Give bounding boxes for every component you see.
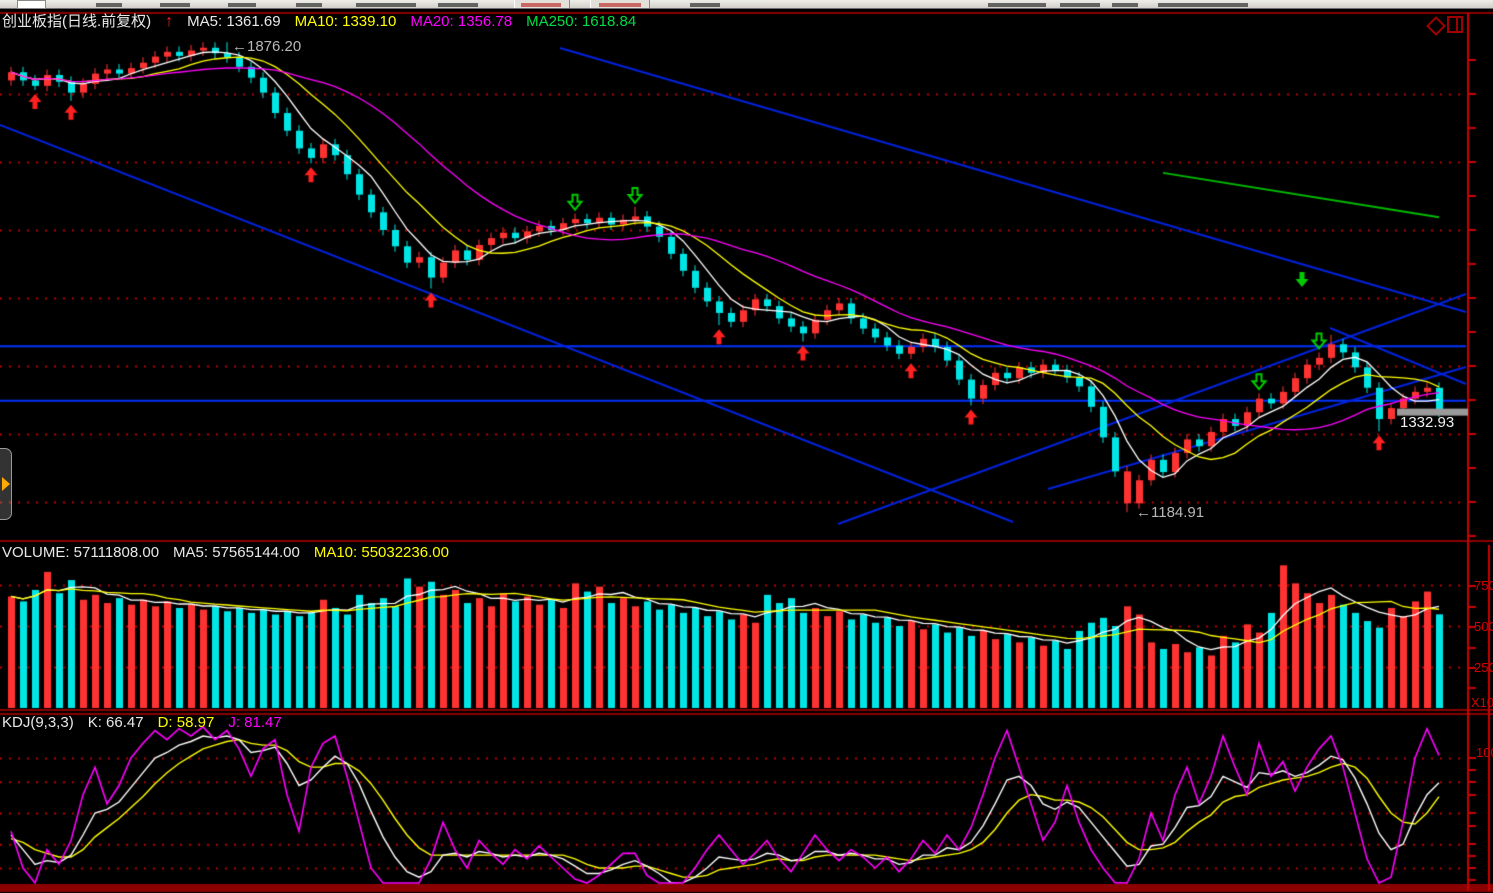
menu-input-fragment[interactable] [17, 0, 46, 9]
menu-text-fragment [1158, 3, 1248, 7]
expand-arrow-icon [2, 477, 10, 491]
volume-axis-label: 7500 [1474, 579, 1493, 592]
buy-signal-icon: ↑ [165, 13, 173, 30]
menu-text-fragment [356, 3, 416, 7]
ma250-legend: MA250: 1618.84 [526, 13, 636, 30]
menu-text-fragment [438, 3, 478, 7]
kdj-j-value: J: 81.47 [228, 714, 281, 731]
kdj-d-value: D: 58.97 [158, 714, 215, 731]
volume-axis-label: 5000 [1474, 620, 1493, 633]
kdj-k-value: K: 66.47 [88, 714, 144, 731]
ma20-legend: MA20: 1356.78 [410, 13, 512, 30]
menu-text-fragment [988, 3, 1046, 7]
volume-pane-header: VOLUME: 57111808.00 MA5: 57565144.00 MA1… [2, 544, 449, 561]
menu-text-fragment [1060, 3, 1100, 7]
sidebar-flyout-handle[interactable] [0, 448, 12, 520]
low-price-label: ←1184.91 [1136, 504, 1204, 521]
menu-text-fragment [296, 3, 322, 7]
menu-button[interactable] [590, 0, 650, 8]
high-price-label: ←1876.20 [232, 38, 301, 55]
ma5-legend: MA5: 1361.69 [187, 13, 280, 30]
kdj-title: KDJ(9,3,3) [2, 714, 74, 731]
menu-text-fragment [690, 3, 720, 7]
menu-text-fragment [1112, 3, 1138, 7]
main-pane-header: 创业板指(日线.前复权) ↑ MA5: 1361.69 MA10: 1339.1… [2, 13, 636, 30]
chart-canvas[interactable] [0, 0, 1493, 893]
volume-ma5: MA5: 57565144.00 [173, 544, 300, 561]
volume-multiplier-label: X10000 [1471, 696, 1493, 709]
menu-text-fragment [228, 3, 256, 7]
menu-text-fragment [96, 3, 122, 7]
volume-ma10: MA10: 55032236.00 [314, 544, 449, 561]
kdj-axis-label: 100 [1476, 746, 1493, 759]
menu-button[interactable] [514, 0, 570, 8]
kdj-pane-header: KDJ(9,3,3) K: 66.47 D: 58.97 J: 81.47 [2, 714, 282, 731]
volume-axis-label: 2500 [1474, 661, 1493, 674]
split-panes-icon[interactable] [1447, 16, 1463, 33]
volume-value: VOLUME: 57111808.00 [2, 544, 159, 561]
trading-terminal: { "colors":{"up":"#ff3232","down":"#00e6… [0, 0, 1493, 893]
menu-bar[interactable] [0, 0, 1493, 9]
last-price-tag: 1332.93 [1400, 414, 1454, 431]
ma10-legend: MA10: 1339.10 [295, 13, 397, 30]
symbol-title: 创业板指(日线.前复权) [2, 13, 151, 30]
menu-text-fragment [160, 3, 190, 7]
